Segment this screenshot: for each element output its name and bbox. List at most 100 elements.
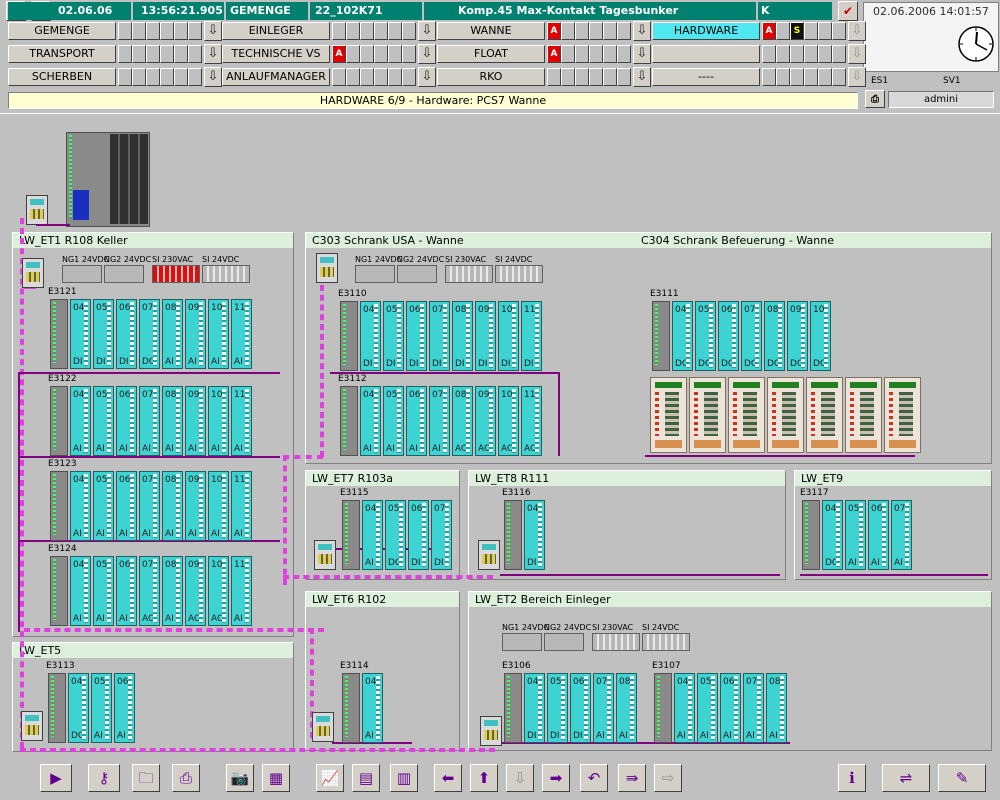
nav-button-4[interactable]: TECHNISCHE VS xyxy=(222,45,330,63)
io-module[interactable]: 09 AO xyxy=(475,386,496,456)
io-module[interactable]: 05 AI xyxy=(93,386,114,456)
io-module[interactable]: 05 AI xyxy=(383,386,404,456)
io-module[interactable]: 10 AI xyxy=(208,386,229,456)
io-module[interactable]: 05 AI xyxy=(845,500,866,570)
interface-module[interactable] xyxy=(50,386,68,456)
io-module[interactable]: 04 DI xyxy=(524,673,545,743)
io-module[interactable]: 05 AI xyxy=(93,471,114,541)
io-module[interactable]: 05 AI xyxy=(697,673,718,743)
play-icon[interactable]: ▶ xyxy=(40,764,72,792)
interface-module[interactable] xyxy=(340,301,358,371)
nav-down-arrow-icon[interactable]: ⇩ xyxy=(848,44,866,64)
io-module[interactable]: 04 AI xyxy=(360,386,381,456)
io-module[interactable]: 10 AI xyxy=(208,471,229,541)
nav-down-arrow-icon[interactable]: ⇩ xyxy=(418,67,436,87)
burner-control-module[interactable] xyxy=(845,377,882,453)
power-module-ng2[interactable] xyxy=(544,633,584,651)
interface-module[interactable] xyxy=(342,500,360,570)
io-module[interactable]: 08 AI xyxy=(162,471,183,541)
power-module-ng1[interactable] xyxy=(62,265,102,283)
burner-control-module[interactable] xyxy=(806,377,843,453)
io-module[interactable]: 08 AI xyxy=(162,386,183,456)
io-module[interactable]: 04 DO xyxy=(672,301,693,371)
nav-down-arrow-icon[interactable]: ⇩ xyxy=(848,21,866,41)
io-module[interactable]: 06 AI xyxy=(868,500,889,570)
io-module[interactable]: 06 AI xyxy=(406,386,427,456)
io-module[interactable]: 08 AO xyxy=(452,386,473,456)
power-module-ng2[interactable] xyxy=(397,265,437,283)
info-icon[interactable]: ℹ xyxy=(838,764,866,792)
io-module[interactable]: 10 DI xyxy=(498,301,519,371)
io-module[interactable]: 06 AI xyxy=(116,386,137,456)
interface-module[interactable] xyxy=(48,673,66,743)
io-module[interactable]: 06 AI xyxy=(720,673,741,743)
io-module[interactable]: 06 DO xyxy=(718,301,739,371)
io-module[interactable]: 10 AO xyxy=(208,556,229,626)
io-module[interactable]: 09 AO xyxy=(185,556,206,626)
nav-down-arrow-icon[interactable]: ⇩ xyxy=(633,67,651,87)
io-module[interactable]: 07 AI xyxy=(429,386,450,456)
table-icon[interactable]: ▥ xyxy=(390,764,418,792)
io-module[interactable]: 04 AI xyxy=(362,673,383,743)
nav-button-0[interactable]: GEMENGE xyxy=(8,22,116,40)
forward-icon[interactable]: ⇨ xyxy=(654,764,682,792)
power-module-si230[interactable] xyxy=(445,265,493,283)
report-icon[interactable]: ▤ xyxy=(352,764,380,792)
io-module[interactable]: 05 DI xyxy=(93,299,114,369)
power-module-si230[interactable] xyxy=(592,633,640,651)
io-module[interactable]: 07 DI xyxy=(429,301,450,371)
io-module[interactable]: 04 DI xyxy=(70,299,91,369)
io-module[interactable]: 05 DO xyxy=(695,301,716,371)
io-module[interactable]: 09 AI xyxy=(185,471,206,541)
interface-et8-icon[interactable] xyxy=(478,540,500,570)
io-module[interactable]: 04 DO xyxy=(822,500,843,570)
alarm-line[interactable]: 02.06.06 13:56:21.905 GEMENGE 22_102K71 … xyxy=(8,2,832,20)
back-icon[interactable]: ↶ xyxy=(580,764,608,792)
power-module-si24[interactable] xyxy=(202,265,250,283)
nav-down-arrow-icon[interactable]: ⇩ xyxy=(633,21,651,41)
interface-et7-icon[interactable] xyxy=(314,540,336,570)
interface-module[interactable] xyxy=(342,673,360,743)
io-module[interactable]: 10 AI xyxy=(208,299,229,369)
io-module[interactable]: 10 AO xyxy=(498,386,519,456)
io-module[interactable]: 04 AI xyxy=(70,556,91,626)
nav-down-arrow-icon[interactable]: ⇩ xyxy=(204,21,222,41)
io-module[interactable]: 07 AI xyxy=(891,500,912,570)
interface-module[interactable] xyxy=(652,301,670,371)
io-module[interactable]: 06 DI xyxy=(570,673,591,743)
acknowledge-icon[interactable]: ✔ xyxy=(838,1,858,21)
interface-module[interactable] xyxy=(654,673,672,743)
burner-control-module[interactable] xyxy=(650,377,687,453)
network-icon[interactable]: ⇌ xyxy=(882,764,930,792)
io-module[interactable]: 05 AI xyxy=(93,556,114,626)
io-module[interactable]: 09 AI xyxy=(185,299,206,369)
power-module-ng1[interactable] xyxy=(355,265,395,283)
io-module[interactable]: 11 AI xyxy=(231,299,252,369)
io-module[interactable]: 07 AI xyxy=(139,471,160,541)
io-module[interactable]: 08 AI xyxy=(766,673,787,743)
io-module[interactable]: 05 AI xyxy=(91,673,112,743)
io-module[interactable]: 07 AO xyxy=(139,556,160,626)
nav-button-10[interactable] xyxy=(652,45,760,63)
interface-c303-icon[interactable] xyxy=(316,253,338,283)
io-module[interactable]: 09 AI xyxy=(185,386,206,456)
io-module[interactable]: 11 AI xyxy=(231,556,252,626)
interface-et5-icon[interactable] xyxy=(21,711,43,741)
io-module[interactable]: 09 DO xyxy=(787,301,808,371)
io-module[interactable]: 08 AI xyxy=(162,556,183,626)
io-module[interactable]: 07 AI xyxy=(593,673,614,743)
interface-module[interactable] xyxy=(50,299,68,369)
io-module[interactable]: 04 AI xyxy=(70,471,91,541)
burner-control-module[interactable] xyxy=(689,377,726,453)
io-module[interactable]: 06 DI xyxy=(406,301,427,371)
power-module-si230[interactable] xyxy=(152,265,200,283)
interface-et1-icon[interactable] xyxy=(22,258,44,288)
trend-icon[interactable]: 📈 xyxy=(316,764,344,792)
io-module[interactable]: 04 AI xyxy=(362,500,383,570)
interface-et6-icon[interactable] xyxy=(312,712,334,742)
io-module[interactable]: 08 AI xyxy=(616,673,637,743)
io-module[interactable]: 06 AI xyxy=(116,556,137,626)
nav-button-1[interactable]: TRANSPORT xyxy=(8,45,116,63)
nav-button-11[interactable]: ---- xyxy=(652,68,760,86)
calculator-icon[interactable]: ▦ xyxy=(262,764,290,792)
